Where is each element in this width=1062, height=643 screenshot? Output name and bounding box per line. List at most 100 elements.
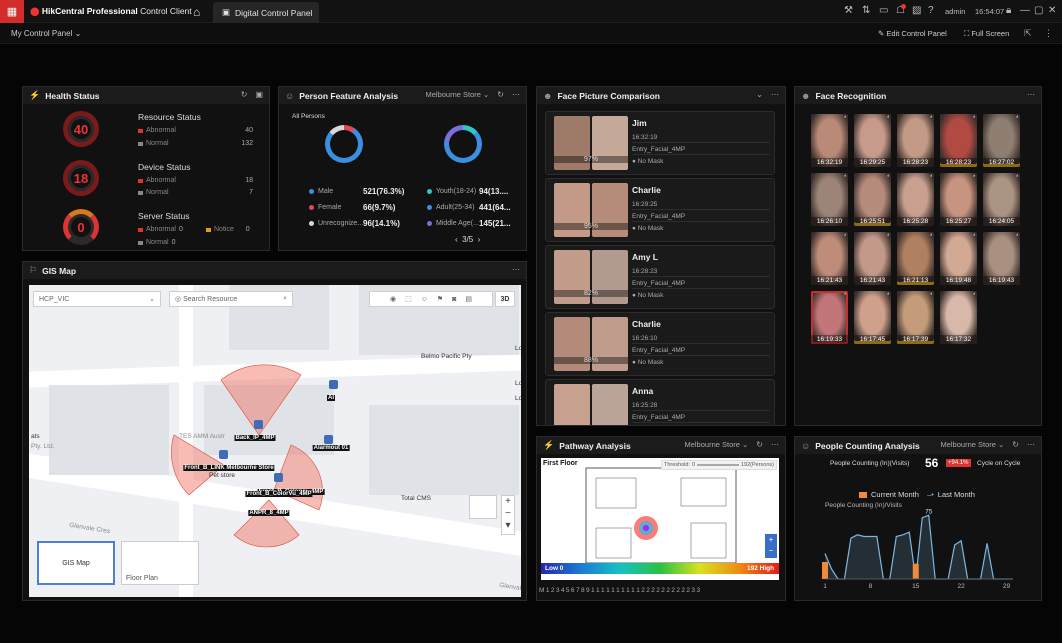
face-capture-tile[interactable]: ❛ 16:17:45 <box>854 291 891 344</box>
select-icon[interactable]: ⬚ <box>405 295 412 303</box>
bar-current-month[interactable] <box>912 563 919 579</box>
search-input[interactable]: ◎ Search Resource ⌕ <box>169 291 293 307</box>
flag-icon[interactable]: ⚑ <box>437 295 443 303</box>
minimize-icon[interactable]: — <box>1020 5 1030 16</box>
camera-icon[interactable] <box>274 473 283 482</box>
pagination[interactable]: ‹ 3/5 › <box>455 235 480 244</box>
home-icon[interactable]: ⌂ <box>193 5 200 19</box>
more-icon[interactable]: ⋯ <box>1027 90 1035 99</box>
refresh-icon[interactable]: ↻ <box>497 90 504 99</box>
store-select[interactable]: Melbourne Store ⌄ <box>684 440 748 449</box>
info-icon: ❛ <box>973 234 975 240</box>
refresh-icon[interactable]: ↻ <box>241 90 248 99</box>
app-menu-icon[interactable]: ▦ <box>0 0 24 23</box>
maximize-icon[interactable]: ▢ <box>1034 5 1043 16</box>
eye-icon[interactable]: ◉ <box>390 295 396 303</box>
lock-icon[interactable]: 🔒︎ <box>1006 5 1011 16</box>
more-icon[interactable]: ⋯ <box>771 440 779 449</box>
panel-title: Face Picture Comparison <box>557 90 660 101</box>
tab-gis-map[interactable]: GIS Map <box>37 541 115 585</box>
face-capture-tile[interactable]: ❛ 16:21:13 <box>897 232 934 285</box>
face-capture-tile[interactable]: ❛ 16:19:43 <box>983 232 1020 285</box>
site-select[interactable]: HCP_VIC ⌄ <box>33 291 161 307</box>
more-icon[interactable]: ⋯ <box>512 265 520 274</box>
full-screen-button[interactable]: ⛶ Full Screen <box>964 29 1009 39</box>
camera-label[interactable]: AI <box>327 395 335 401</box>
refresh-icon[interactable]: ↻ <box>1012 440 1019 449</box>
3d-button[interactable]: 3D <box>495 291 515 307</box>
comparison-card[interactable]: 97% Jim 16:32:19 Entry_Facial_4MP ● No Mask <box>545 111 775 175</box>
control-panel-select[interactable]: My Control Panel ⌄ <box>11 29 81 38</box>
comparison-card[interactable]: Anna 16:25:28 Entry_Facial_4MP <box>545 379 775 425</box>
face-capture-tile[interactable]: ❛ 16:19:48 <box>940 232 977 285</box>
alarm-icon[interactable] <box>329 380 338 389</box>
face-capture-tile[interactable]: ❛ 16:32:19 <box>811 114 848 167</box>
tab-digital-control-panel[interactable]: ▣ Digital Control Panel <box>213 2 319 23</box>
face-capture-tile[interactable]: ❛ 16:28:23 <box>940 114 977 167</box>
feature-value: 521(76.3%) <box>363 187 405 196</box>
capture-time: 16:21:43 <box>811 276 848 285</box>
camera-label[interactable]: Alarmout 01 <box>312 445 350 451</box>
more-icon[interactable]: ⋯ <box>1027 440 1035 449</box>
camera-icon[interactable]: ◙ <box>452 296 456 303</box>
more-icon[interactable]: ⋯ <box>771 90 779 99</box>
face-capture-tile[interactable]: ❛ 16:21:43 <box>854 232 891 285</box>
camera-label[interactable]: ANPR_8_4MP <box>248 510 290 516</box>
feature-value: 145(21... <box>479 219 511 228</box>
face-capture-tile[interactable]: ❛ 16:17:39 <box>897 291 934 344</box>
bar-current-month[interactable] <box>822 562 828 579</box>
screen-icon[interactable]: ▭ <box>879 5 888 16</box>
face-capture-tile[interactable]: ❛ 16:25:28 <box>897 173 934 226</box>
floor-plan-heatmap[interactable]: First Floor Threshold: 0 192(Persons) + − <box>541 458 779 580</box>
comparison-card[interactable]: 82% Amy L 16:28:23 Entry_Facial_4MP ● No Mas… <box>545 245 775 309</box>
tab-floor-plan[interactable]: Floor Plan <box>121 541 199 585</box>
face-recognition-panel: ☻ Face Recognition ⋯ ❛ 16:32:19 ❛ 16:29:25 ❛ 1… <box>794 86 1042 426</box>
face-capture-tile[interactable]: ❛ 16:17:32 <box>940 291 977 344</box>
minimap-thumbnail[interactable] <box>469 495 497 519</box>
face-capture-tile[interactable]: ❛ 16:29:25 <box>854 114 891 167</box>
refresh-icon[interactable]: ↻ <box>756 440 763 449</box>
help-icon[interactable]: ? <box>928 5 934 16</box>
chevron-down-icon[interactable]: ⌄ <box>756 90 763 99</box>
store-select[interactable]: Melbourne Store ⌄ <box>425 90 489 99</box>
export-icon[interactable]: ⇱ <box>1024 28 1032 39</box>
metric-value: 56 <box>925 456 939 470</box>
detail-icon[interactable]: ▣ <box>255 90 263 99</box>
sync-icon[interactable]: ⇅ <box>862 5 870 16</box>
zoom-control[interactable]: + − ▾ <box>501 495 515 535</box>
x-tick-label: 15 <box>912 583 920 589</box>
camera-label[interactable]: Front_B_LINK Melbourne Store <box>183 465 275 471</box>
camera-label[interactable]: Front_B_ColorVu_4MP <box>245 491 313 497</box>
face-capture-tile[interactable]: ❛ 16:19:33 <box>811 291 848 344</box>
timeline[interactable]: M 1 2 3 4 5 6 7 8 9 1 1 1 1 1 1 1 1 1 1 … <box>539 587 783 594</box>
username[interactable]: admin <box>945 7 965 16</box>
tools-icon[interactable]: ⚒ <box>844 5 853 16</box>
face-capture-tile[interactable]: ❛ 16:28:23 <box>897 114 934 167</box>
picture-icon[interactable]: ▨ <box>912 5 921 16</box>
face-capture-tile[interactable]: ❛ 16:25:27 <box>940 173 977 226</box>
comparison-card[interactable]: 88% Charlie 16:26:10 Entry_Facial_4MP ● No M… <box>545 312 775 376</box>
store-select[interactable]: Melbourne Store ⌄ <box>940 440 1004 449</box>
alarm-icon[interactable] <box>324 435 333 444</box>
face-capture-tile[interactable]: ❛ 16:24:05 <box>983 173 1020 226</box>
person-icon[interactable]: ☺ <box>421 296 428 303</box>
camera-icon[interactable] <box>219 450 228 459</box>
more-icon[interactable]: ⋮ <box>1044 28 1053 39</box>
print-icon[interactable]: ▤ <box>465 295 472 303</box>
map-canvas[interactable]: Belmo Pacific Pty Total CMS Glenvale Cres G… <box>29 285 521 597</box>
comparison-card[interactable]: 95% Charlie 16:29:25 Entry_Facial_4MP ● No M… <box>545 178 775 242</box>
threshold-slider[interactable]: Threshold: 0 192(Persons) <box>661 460 777 470</box>
x-tick-label: 29 <box>1003 583 1011 589</box>
close-icon[interactable]: ✕ <box>1048 5 1056 16</box>
face-capture-tile[interactable]: ❛ 16:27:02 <box>983 114 1020 167</box>
face-capture-tile[interactable]: ❛ 16:26:10 <box>811 173 848 226</box>
more-icon[interactable]: ⋯ <box>512 90 520 99</box>
face-capture-tile[interactable]: ❛ 16:21:43 <box>811 232 848 285</box>
camera-icon[interactable] <box>254 420 263 429</box>
edit-control-panel-button[interactable]: ✎ Edit Control Panel <box>878 29 947 38</box>
info-icon: ❛ <box>930 293 932 299</box>
face-capture-tile[interactable]: ❛ 16:25:51 <box>854 173 891 226</box>
zoom-control[interactable]: + − <box>765 534 777 558</box>
cycle-label: Cycle on Cycle <box>977 460 1021 467</box>
camera-label[interactable]: Back_IP_4MP <box>234 435 276 441</box>
